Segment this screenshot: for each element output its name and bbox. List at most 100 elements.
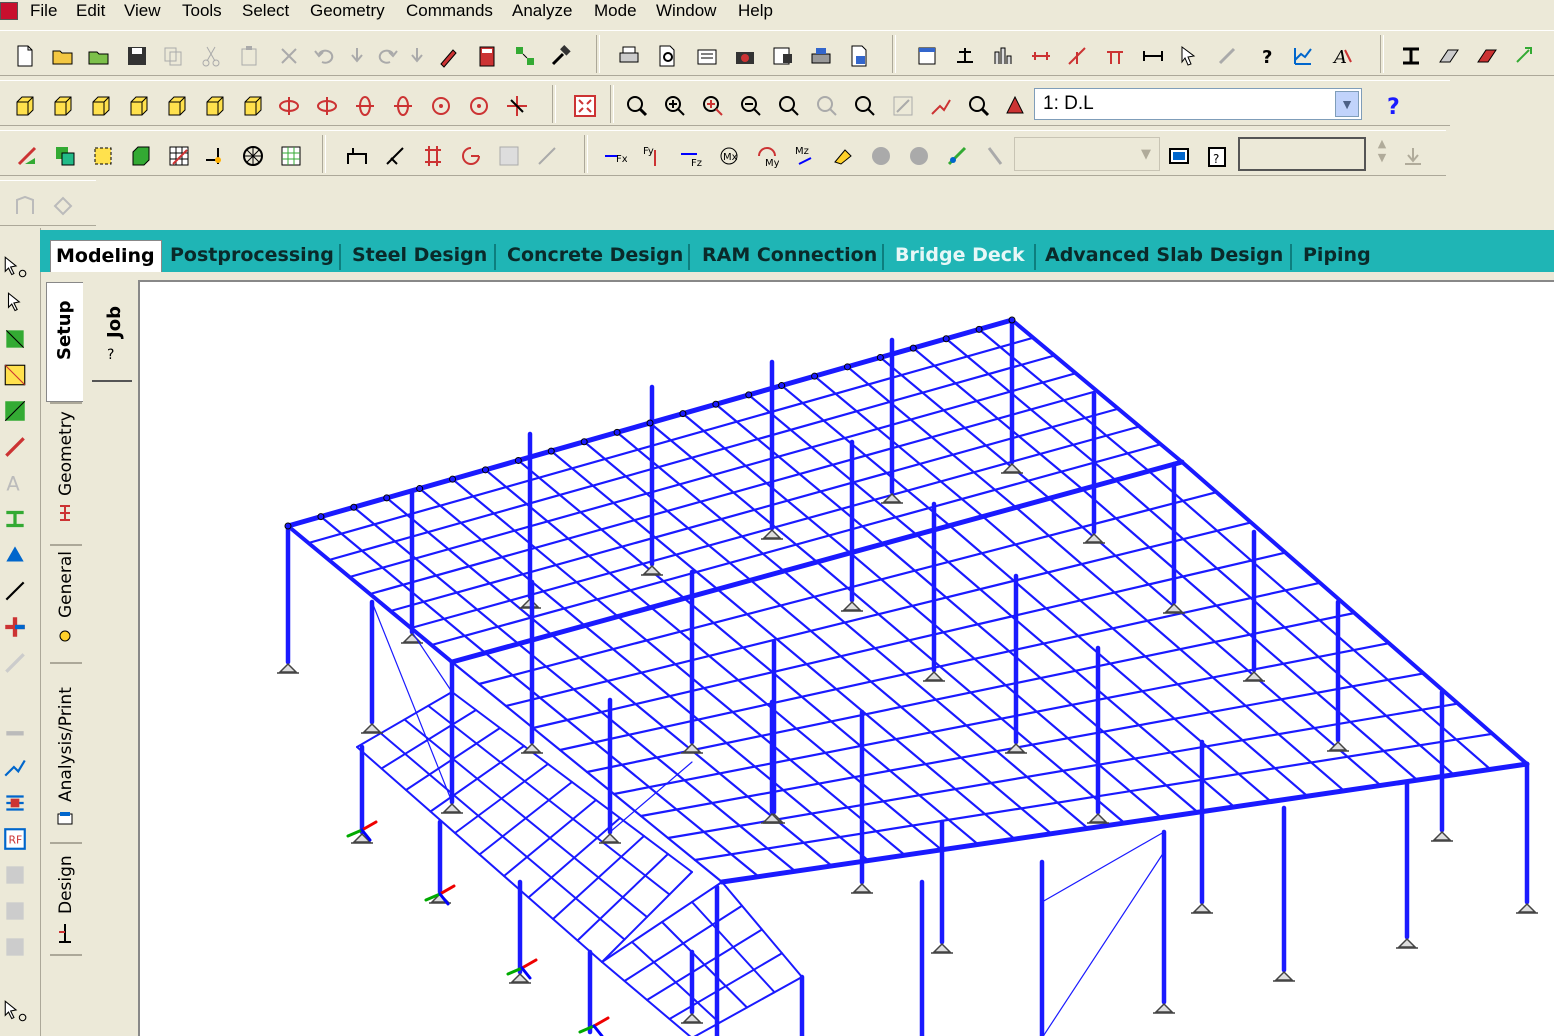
zoom-all-icon[interactable] — [662, 93, 688, 119]
member-query-disabled-icon[interactable] — [12, 193, 38, 219]
display-icon[interactable] — [1166, 143, 1192, 169]
node-query-disabled-icon[interactable] — [50, 193, 76, 219]
menu-help[interactable]: Help — [738, 1, 773, 21]
calendar-icon[interactable]: ? — [1204, 143, 1230, 169]
zoom-dynamic-icon[interactable] — [776, 93, 802, 119]
side-tab-job[interactable]: Job — [104, 306, 125, 338]
graph-icon[interactable] — [1290, 43, 1316, 69]
print-report-icon[interactable] — [808, 43, 834, 69]
analysis-tool-icon[interactable] — [2, 716, 28, 742]
load-case-add-icon[interactable] — [868, 143, 894, 169]
select-plates-icon[interactable] — [2, 326, 28, 352]
side-tab-design[interactable]: Design — [56, 855, 76, 914]
tab-modeling[interactable]: Modeling — [50, 240, 162, 272]
copy-icon[interactable] — [160, 43, 186, 69]
download-icon[interactable] — [1400, 143, 1426, 169]
menu-file[interactable]: File — [30, 1, 57, 21]
translational-repeat-icon[interactable] — [278, 143, 304, 169]
tab-bridge-deck[interactable]: Bridge Deck — [895, 244, 1025, 272]
paste-icon[interactable] — [236, 43, 262, 69]
magnifier-icon[interactable] — [966, 93, 992, 119]
rotate-down-icon[interactable] — [314, 93, 340, 119]
calculator-icon[interactable] — [474, 43, 500, 69]
node-displacement-icon[interactable] — [1064, 43, 1090, 69]
rotate-icon[interactable] — [1512, 43, 1538, 69]
edit-input-icon[interactable] — [436, 43, 462, 69]
select-geometry-icon[interactable] — [2, 434, 28, 460]
side-tab-setup[interactable]: Setup — [54, 301, 75, 360]
view-right-icon[interactable] — [126, 93, 152, 119]
beams-cursor-icon[interactable] — [2, 290, 28, 316]
new-file-icon[interactable] — [12, 43, 38, 69]
tab-steel-design[interactable]: Steel Design — [352, 244, 487, 272]
question-icon[interactable]: ? — [1254, 43, 1280, 69]
app-icon[interactable] — [0, 2, 18, 20]
whole-structure-icon[interactable] — [572, 93, 598, 119]
delete-icon[interactable] — [276, 43, 302, 69]
text-tool-icon[interactable]: A — [2, 470, 28, 496]
axis-cross-icon[interactable] — [2, 614, 28, 640]
menu-commands[interactable]: Commands — [406, 1, 493, 21]
open-folder-icon[interactable] — [50, 43, 76, 69]
side-tab-geometry[interactable]: Geometry — [56, 411, 76, 496]
pan-icon[interactable] — [504, 93, 530, 119]
beta-angle-icon[interactable] — [458, 143, 484, 169]
chevron-down-icon[interactable]: ▼ — [1335, 91, 1359, 117]
zoom-previous-icon[interactable] — [814, 93, 840, 119]
add-solid-icon[interactable] — [128, 143, 154, 169]
dimension-beam-icon[interactable] — [952, 43, 978, 69]
rotate-left-icon[interactable] — [352, 93, 378, 119]
hammer-icon[interactable] — [548, 43, 574, 69]
structure-wizard-icon[interactable] — [512, 43, 538, 69]
load-item-select[interactable]: ▼ — [1014, 137, 1160, 171]
view-left-icon[interactable] — [164, 93, 190, 119]
insert-node-icon[interactable] — [202, 143, 228, 169]
undo-dropdown-icon[interactable] — [344, 43, 370, 69]
camera-icon[interactable] — [732, 43, 758, 69]
zoom-window-icon[interactable] — [624, 93, 650, 119]
support-icon[interactable] — [1102, 43, 1128, 69]
3d-rendering-icon[interactable] — [1002, 93, 1028, 119]
undo-icon[interactable] — [312, 43, 338, 69]
beam-offset-icon[interactable] — [344, 143, 370, 169]
section-icon[interactable] — [1398, 43, 1424, 69]
beam-graph-icon[interactable] — [2, 754, 28, 780]
report-icon[interactable]: RF — [2, 826, 28, 852]
rotate-right-icon[interactable] — [390, 93, 416, 119]
snap-node-icon[interactable] — [90, 143, 116, 169]
load-toggle-icon[interactable] — [982, 143, 1008, 169]
side-tab-analysis-print[interactable]: Analysis/Print — [56, 687, 76, 802]
select-surfaces-icon[interactable] — [2, 398, 28, 424]
plates-icon[interactable] — [1436, 43, 1462, 69]
zoom-out-icon[interactable] — [738, 93, 764, 119]
menu-edit[interactable]: Edit — [76, 1, 105, 21]
dimension-icon[interactable] — [1140, 43, 1166, 69]
spin-right-icon[interactable] — [466, 93, 492, 119]
window-icon[interactable] — [914, 43, 940, 69]
pointer-select-icon[interactable] — [1176, 43, 1202, 69]
measure-distance-icon[interactable] — [1028, 43, 1054, 69]
node-support-icon[interactable] — [2, 542, 28, 568]
geometry-disabled-icon[interactable] — [2, 650, 28, 676]
menu-select[interactable]: Select — [242, 1, 289, 21]
grid-generate-icon[interactable] — [166, 143, 192, 169]
moment-mz-icon[interactable]: Mz — [792, 143, 818, 169]
print-icon[interactable] — [616, 43, 642, 69]
value-spinner[interactable]: ▲ ▼ — [1370, 137, 1394, 171]
open-file-icon[interactable] — [86, 43, 112, 69]
property-icon[interactable] — [420, 143, 446, 169]
view-top-icon[interactable] — [202, 93, 228, 119]
print-preview-icon[interactable] — [654, 43, 680, 69]
load-case-select[interactable]: 1: D.L ▼ — [1034, 88, 1362, 120]
view-bottom-icon[interactable] — [240, 93, 266, 119]
beam-section-icon[interactable] — [2, 506, 28, 532]
specification-icon[interactable] — [534, 143, 560, 169]
design-disabled-icon[interactable] — [2, 862, 28, 888]
edit-view-icon[interactable] — [890, 93, 916, 119]
add-plate-icon[interactable] — [52, 143, 78, 169]
moment-my-icon[interactable]: My — [754, 143, 780, 169]
print-current-view-icon[interactable] — [694, 43, 720, 69]
spin-left-icon[interactable] — [428, 93, 454, 119]
tab-ram-connection[interactable]: RAM Connection — [702, 244, 877, 272]
tab-concrete-design[interactable]: Concrete Design — [507, 244, 683, 272]
